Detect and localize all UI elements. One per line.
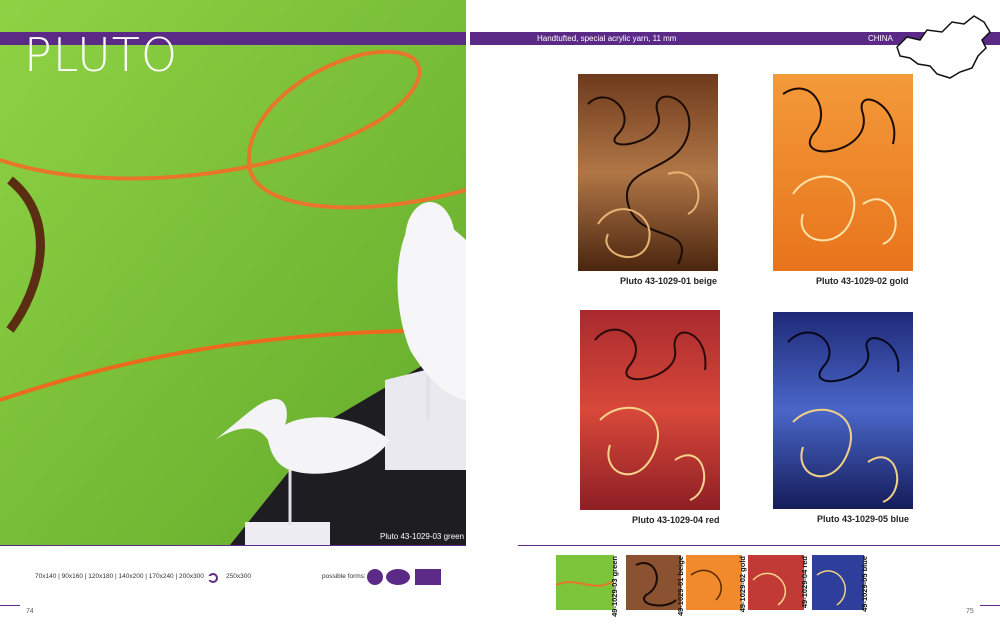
round-size: 250x300	[226, 573, 251, 580]
swatch-label-beige: 49-1029-01 beige	[676, 556, 685, 617]
rug-image-beige	[578, 74, 718, 271]
country-label: CHINA	[868, 34, 893, 43]
page-rule-right	[980, 605, 1000, 606]
swatch-beige	[626, 555, 681, 610]
swatch-gold	[686, 555, 742, 610]
rug-image-gold	[773, 74, 913, 271]
swatch-blue	[812, 555, 864, 610]
round-form-icon	[207, 571, 219, 589]
rug-image-red	[580, 310, 720, 510]
rug-label-red: Pluto 43-1029-04 red	[632, 515, 720, 525]
swatch-red	[748, 555, 804, 610]
swatch-green	[556, 555, 614, 610]
rug-label-gold: Pluto 43-1029-02 gold	[816, 276, 909, 286]
swatch-label-blue: 49-1029-05 blue	[860, 556, 869, 612]
swatch-label-red: 49-1029-04 red	[800, 556, 809, 609]
swatch-label-green: 49-1029-03 green	[610, 556, 619, 617]
circle-shape-icon	[367, 569, 383, 585]
page-rule-left	[0, 605, 20, 606]
rug-label-beige: Pluto 43-1029-01 beige	[620, 276, 718, 286]
page-number-left: 74	[26, 608, 34, 615]
page-number-right: 75	[966, 608, 974, 615]
bottom-rule-left	[0, 545, 466, 546]
oval-shape-icon	[386, 569, 410, 585]
swatch-label-gold: 49-1029-02 gold	[738, 556, 747, 613]
rectangle-shape-icon	[415, 569, 441, 585]
hero-caption: Pluto 43-1029-03 green	[380, 532, 465, 541]
bottom-rule-right	[518, 545, 1000, 546]
rug-label-blue: Pluto 43-1029-05 blue	[817, 514, 910, 524]
page-title: PLUTO	[24, 28, 179, 82]
form-shapes	[366, 568, 446, 591]
possible-forms-label: possible forms:	[322, 573, 366, 580]
available-sizes: 70x140 | 90x160 | 120x180 | 140x200 | 17…	[35, 573, 204, 580]
rug-image-blue	[773, 312, 913, 509]
spec-text: Handtufted, special acrylic yarn, 11 mm	[537, 34, 677, 43]
